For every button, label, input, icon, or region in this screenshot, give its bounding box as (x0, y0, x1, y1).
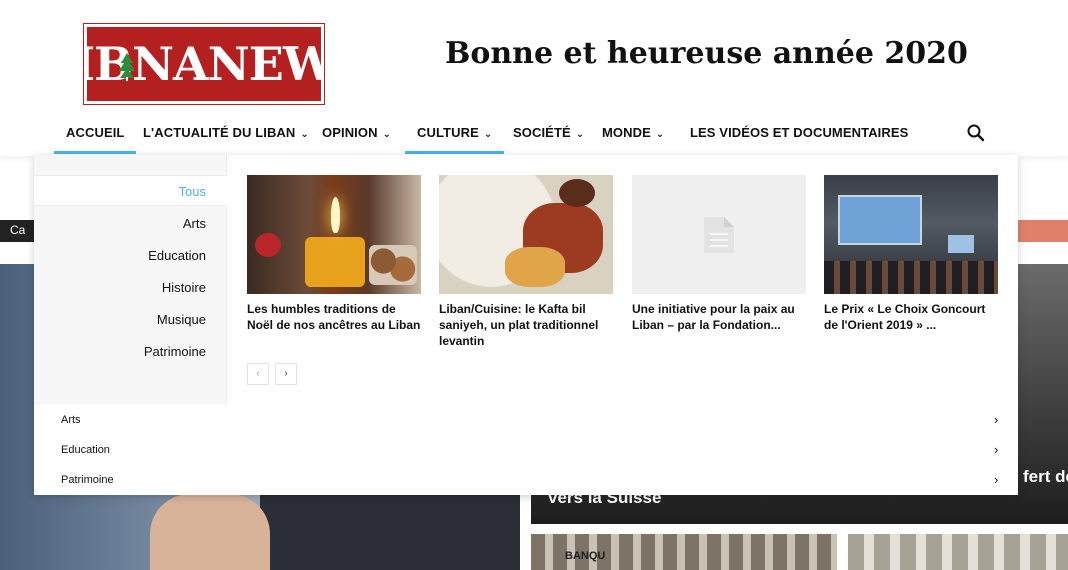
nav-item-culture[interactable]: CULTURE ⌄ (404, 118, 505, 155)
nav-label: LES VIDÉOS ET DOCUMENTAIRES (690, 125, 909, 140)
next-page-button[interactable]: › (275, 363, 297, 385)
nav-item-actualite[interactable]: L'ACTUALITÉ DU LIBAN ⌄ (143, 118, 309, 155)
document-icon (704, 216, 734, 253)
article-card[interactable]: Une initiative pour la paix au Liban – p… (632, 175, 806, 333)
article-card[interactable]: Le Prix « Le Choix Goncourt de l'Orient … (824, 175, 998, 333)
nav-label: ACCUEIL (66, 125, 125, 140)
category-arts[interactable]: Arts (183, 216, 206, 231)
nav-label: L'ACTUALITÉ DU LIBAN (143, 125, 296, 140)
featured-headline-fragment-2[interactable]: fert de (1023, 467, 1068, 487)
projection-screen-shape (838, 195, 922, 245)
article-title[interactable]: Le Prix « Le Choix Goncourt de l'Orient … (824, 301, 998, 333)
article-card[interactable]: Les humbles traditions de Noël de nos an… (247, 175, 421, 333)
mega-menu-category-list: Tous Arts Education Histoire Musique Pat… (34, 155, 227, 405)
nav-label: CULTURE (417, 125, 479, 140)
category-musique[interactable]: Musique (157, 312, 206, 327)
chevron-down-icon: ⌄ (575, 129, 585, 140)
chevron-right-icon: › (994, 412, 999, 427)
subcategory-label: Education (61, 444, 110, 456)
nuts-shape (369, 245, 417, 285)
chevron-down-icon: ⌄ (483, 129, 493, 140)
nav-item-accueil[interactable]: ACCUEIL (53, 118, 138, 155)
subcategory-label: Arts (61, 414, 81, 426)
chevron-down-icon: ⌄ (655, 129, 665, 140)
article-title[interactable]: Une initiative pour la paix au Liban – p… (632, 301, 806, 333)
nav-label: OPINION (322, 125, 378, 140)
ticker-fragment: Ca (10, 223, 26, 237)
article-photo-bank[interactable]: BANQU (531, 534, 837, 570)
article-thumbnail[interactable] (824, 175, 998, 294)
prev-page-button[interactable]: ‹ (247, 363, 269, 385)
category-education[interactable]: Education (148, 248, 206, 263)
nav-item-monde[interactable]: MONDE ⌄ (602, 118, 664, 155)
building-sign: BANQU (565, 550, 606, 562)
chevron-down-icon: ⌄ (382, 129, 392, 140)
category-patrimoine[interactable]: Patrimoine (144, 344, 206, 359)
subcategory-label: Patrimoine (61, 474, 114, 486)
meat-shape (559, 179, 595, 207)
article-thumbnail[interactable] (247, 175, 421, 294)
search-icon[interactable] (966, 122, 986, 144)
new-year-banner: Bonne et heureuse année 2020 (445, 36, 968, 71)
site-logo[interactable]: LIBNANEWS (42, 23, 367, 105)
category-histoire[interactable]: Histoire (162, 280, 206, 295)
chevron-right-icon: › (994, 472, 999, 487)
cedar-icon (119, 53, 135, 81)
culture-mega-menu: Tous Arts Education Histoire Musique Pat… (34, 155, 1018, 495)
chevron-right-icon: › (994, 442, 999, 457)
article-photo-building[interactable] (848, 534, 1068, 570)
article-title[interactable]: Liban/Cuisine: le Kafta bil saniyeh, un … (439, 301, 613, 349)
mobile-subcategory-education[interactable]: Education › (34, 435, 1018, 465)
chevron-down-icon: ⌄ (300, 129, 309, 140)
photo-hand (150, 494, 270, 570)
apple-shape (255, 233, 281, 257)
site-header: LIBNANEWS Bonne et heureuse année 2020 (0, 0, 1068, 118)
article-thumbnail[interactable] (439, 175, 613, 294)
category-tous[interactable]: Tous (179, 184, 206, 199)
article-card[interactable]: Liban/Cuisine: le Kafta bil saniyeh, un … (439, 175, 613, 349)
nav-item-societe[interactable]: SOCIÉTÉ ⌄ (513, 118, 584, 155)
flame-shape (331, 197, 340, 233)
nav-label: MONDE (602, 125, 651, 140)
audience-shape (824, 261, 998, 294)
mobile-subcategory-patrimoine[interactable]: Patrimoine › (34, 465, 1018, 495)
logo-text: LIBNANEWS (42, 37, 366, 91)
nav-item-opinion[interactable]: OPINION ⌄ (322, 118, 391, 155)
candle-shape (305, 237, 365, 287)
mobile-subcategory-arts[interactable]: Arts › (34, 405, 1018, 435)
article-title[interactable]: Les humbles traditions de Noël de nos an… (247, 301, 421, 333)
main-navigation: ACCUEIL L'ACTUALITÉ DU LIBAN ⌄ OPINION ⌄ C… (0, 118, 1068, 156)
projection-screen-shape (948, 235, 974, 253)
potato-shape (505, 247, 565, 287)
article-thumbnail-placeholder[interactable] (632, 175, 806, 294)
ticker-label: Ca (0, 220, 34, 242)
ticker-bar-right (1018, 220, 1068, 242)
nav-item-videos[interactable]: LES VIDÉOS ET DOCUMENTAIRES (690, 118, 908, 155)
nav-label: SOCIÉTÉ (513, 125, 571, 140)
